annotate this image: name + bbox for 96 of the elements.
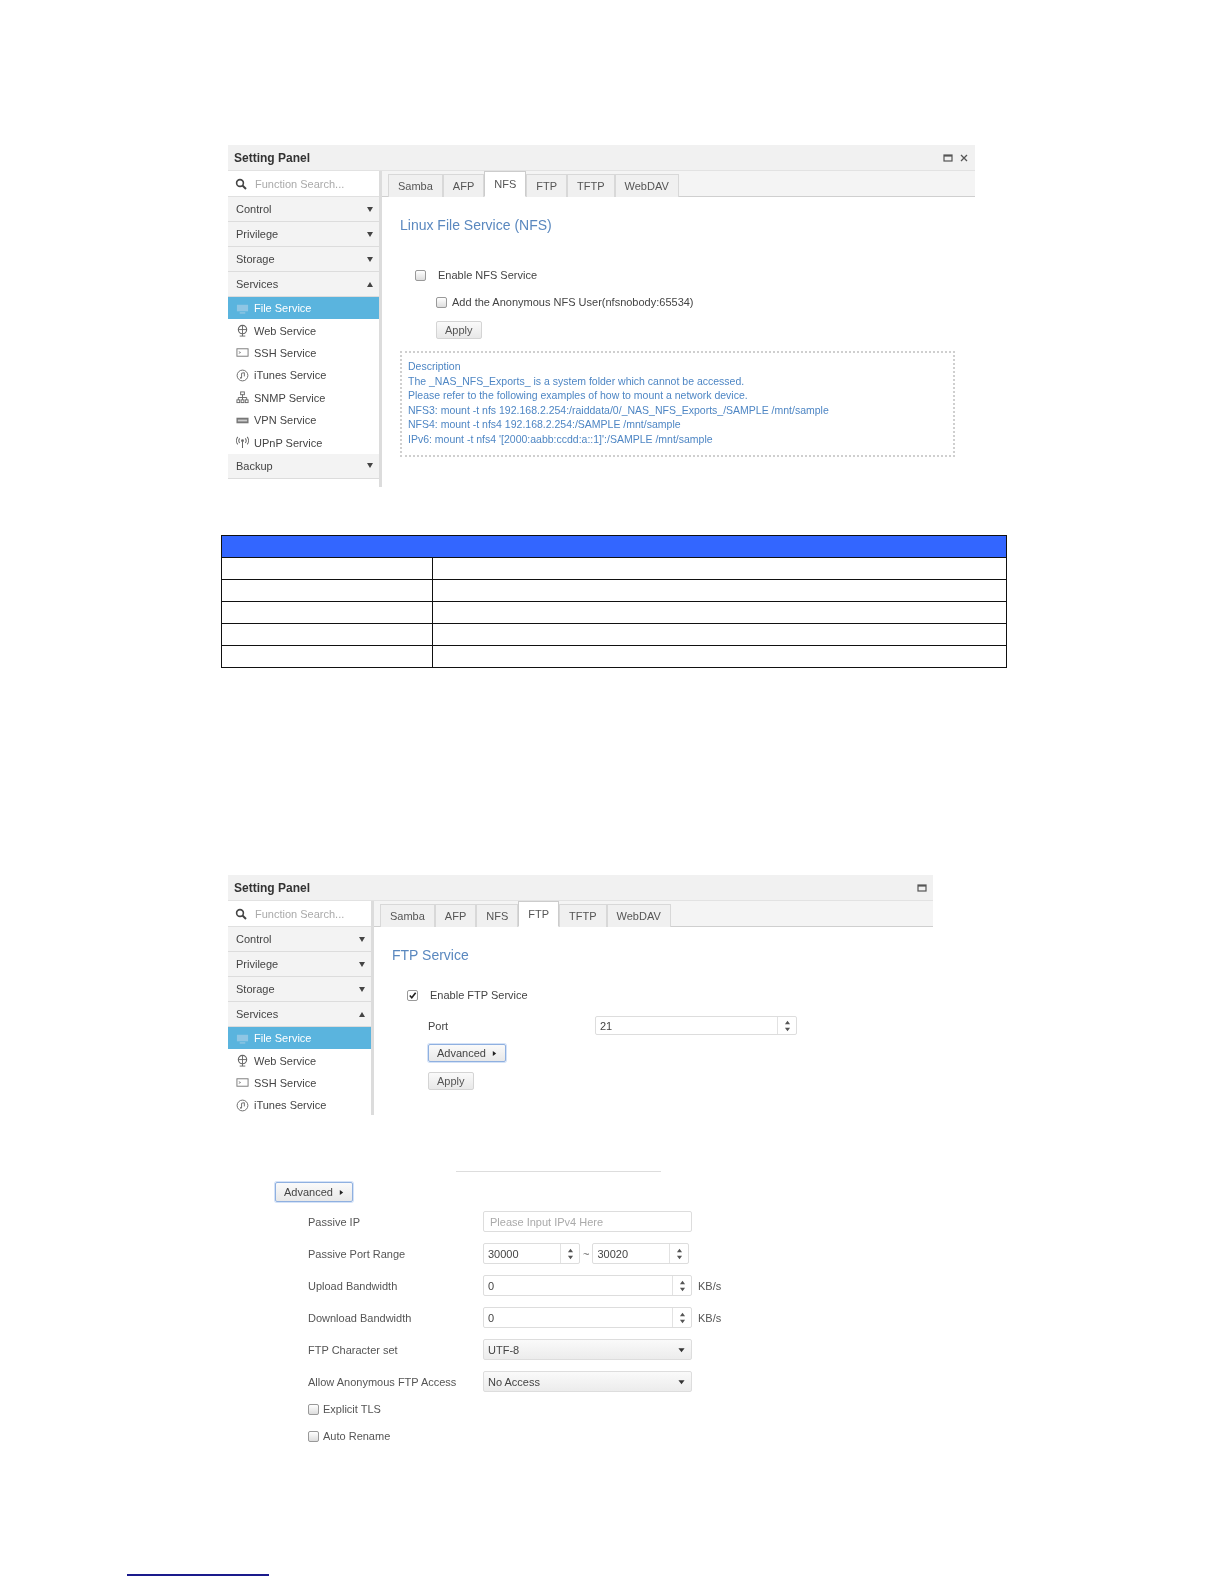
search-icon (235, 907, 247, 920)
checkbox-label: Explicit TLS (323, 1403, 381, 1415)
sidebar-group[interactable]: Control (228, 197, 379, 222)
spinner-arrows-icon[interactable] (783, 1019, 791, 1032)
tab[interactable]: NFS (484, 171, 527, 197)
checkbox[interactable] (436, 296, 447, 308)
sidebar-item[interactable]: SNMP Service (228, 386, 379, 409)
tab[interactable]: Samba (380, 904, 435, 927)
dropdown-arrow-icon[interactable] (678, 1378, 685, 1385)
tab[interactable]: TFTP (567, 174, 615, 197)
search-icon (235, 177, 247, 190)
caret-icon (491, 1049, 497, 1057)
sidebar-item[interactable]: SSH Service (228, 341, 379, 365)
window-title: Setting Panel (234, 880, 310, 895)
field-label: Passive IP (308, 1215, 361, 1228)
unit-label: KB/s (698, 1279, 722, 1292)
sidebar-group[interactable]: Services (228, 272, 379, 297)
music-note-icon (236, 368, 249, 382)
sidebar-item[interactable]: Web Service (228, 1049, 371, 1072)
sidebar-item[interactable]: iTunes Service (228, 364, 379, 387)
dropdown-arrow-icon[interactable] (678, 1346, 685, 1353)
checkbox[interactable] (415, 269, 426, 281)
checkbox-label: Add the Anonymous NFS User(nfsnobody:65534) (452, 296, 694, 308)
section-heading: Linux File Service (NFS) (400, 217, 553, 233)
description-text: NFS4: mount -t nfs4 192.168.2.254:/SAMPLE /mnt/sample (408, 417, 682, 432)
close-icon[interactable] (959, 152, 969, 163)
network-icon (236, 391, 249, 405)
sidebar-item[interactable]: SSH Service (228, 1071, 371, 1095)
sidebar-group[interactable]: Storage (228, 977, 371, 1002)
sidebar-item[interactable]: VPN Service (228, 408, 379, 432)
description-text: NFS3: mount -t nfs 192.168.2.254:/raiddata/0/_NAS_NFS_Exports_/SAMPLE /mnt/sample (408, 402, 830, 418)
sidebar-item[interactable]: Web Service (228, 319, 379, 342)
tab[interactable]: AFP (442, 174, 485, 197)
checkbox-label: Enable NFS Service (438, 269, 538, 281)
tab[interactable]: FTP (526, 174, 568, 197)
sidebar-group[interactable]: Backup (228, 453, 379, 479)
tab[interactable]: TFTP (559, 904, 607, 927)
field-label: Passive Port Range (308, 1247, 407, 1260)
port-field[interactable]: 30000 (483, 1243, 580, 1264)
tab[interactable]: AFP (434, 904, 477, 927)
apply-button[interactable]: Apply (428, 1072, 474, 1090)
tab[interactable]: FTP (518, 901, 560, 927)
dropdown[interactable]: UTF-8 (483, 1339, 692, 1360)
apply-button[interactable]: Apply (436, 321, 482, 339)
port-field[interactable]: 21 (595, 1016, 797, 1035)
field-label: Allow Anonymous FTP Access (308, 1375, 458, 1388)
spinner-arrows-icon[interactable] (678, 1311, 686, 1324)
number-field[interactable]: 0 (483, 1307, 692, 1328)
dropdown[interactable]: No Access (483, 1371, 692, 1392)
window-title: Setting Panel (234, 150, 310, 165)
sidebar-item[interactable]: iTunes Service (228, 1094, 371, 1115)
unit-label: KB/s (698, 1311, 722, 1324)
advanced-button[interactable]: Advanced (275, 1182, 353, 1202)
tab[interactable]: Samba (388, 174, 443, 197)
advanced-button[interactable]: Advanced (428, 1044, 506, 1062)
music-note-icon (236, 1098, 249, 1112)
search-field[interactable]: Function Search... (255, 177, 355, 190)
description-text: IPv6: mount -t nfs4 '[2000:aabb:ccdd:a::1]':/SAMPLE /mnt/sample (408, 431, 714, 447)
checkbox-label: Auto Rename (323, 1430, 391, 1442)
spinner-arrows-icon[interactable] (678, 1279, 686, 1292)
description-text: Please refer to the following examples of how to mount a network device. (408, 388, 749, 403)
tab[interactable]: WebDAV (614, 174, 679, 197)
spinner-arrows-icon[interactable] (675, 1247, 683, 1260)
sidebar-group[interactable]: Privilege (228, 222, 379, 247)
description-text: The _NAS_NFS_Exports_ is a system folder which cannot be accessed. (408, 373, 746, 389)
checkbox[interactable] (308, 1403, 319, 1415)
sidebar-item[interactable]: UPnP Service (228, 431, 379, 454)
globe-icon (236, 324, 249, 338)
sidebar-group[interactable]: Services (228, 1002, 371, 1027)
section-heading: FTP Service (392, 947, 470, 963)
field-label: FTP Character set (308, 1343, 399, 1356)
antenna-icon (236, 436, 249, 450)
checkbox[interactable] (407, 989, 418, 1001)
maximize-icon[interactable] (943, 152, 953, 163)
terminal-icon (236, 1076, 249, 1090)
field-label: Download Bandwidth (308, 1311, 413, 1324)
tab[interactable]: NFS (476, 904, 519, 927)
terminal-icon (236, 346, 249, 360)
number-field[interactable]: 0 (483, 1275, 692, 1296)
globe-icon (236, 1054, 249, 1068)
maximize-icon[interactable] (917, 882, 927, 893)
input-field[interactable]: Please Input IPv4 Here (483, 1211, 692, 1232)
description-text: Description (408, 359, 462, 374)
checkbox[interactable] (308, 1430, 319, 1442)
port-field[interactable]: 30020 (592, 1243, 690, 1264)
checkbox-label: Enable FTP Service (430, 989, 528, 1001)
sidebar-group[interactable]: Storage (228, 247, 379, 272)
search-field[interactable]: Function Search... (255, 907, 355, 920)
sidebar-group[interactable]: Privilege (228, 952, 371, 977)
caret-icon (338, 1188, 344, 1196)
tab[interactable]: WebDAV (606, 904, 671, 927)
field-label: Upload Bandwidth (308, 1279, 399, 1292)
range-separator: ~ (583, 1247, 590, 1260)
sidebar-group[interactable]: Control (228, 927, 371, 952)
field-label: Port (428, 1019, 450, 1032)
spinner-arrows-icon[interactable] (566, 1247, 574, 1260)
